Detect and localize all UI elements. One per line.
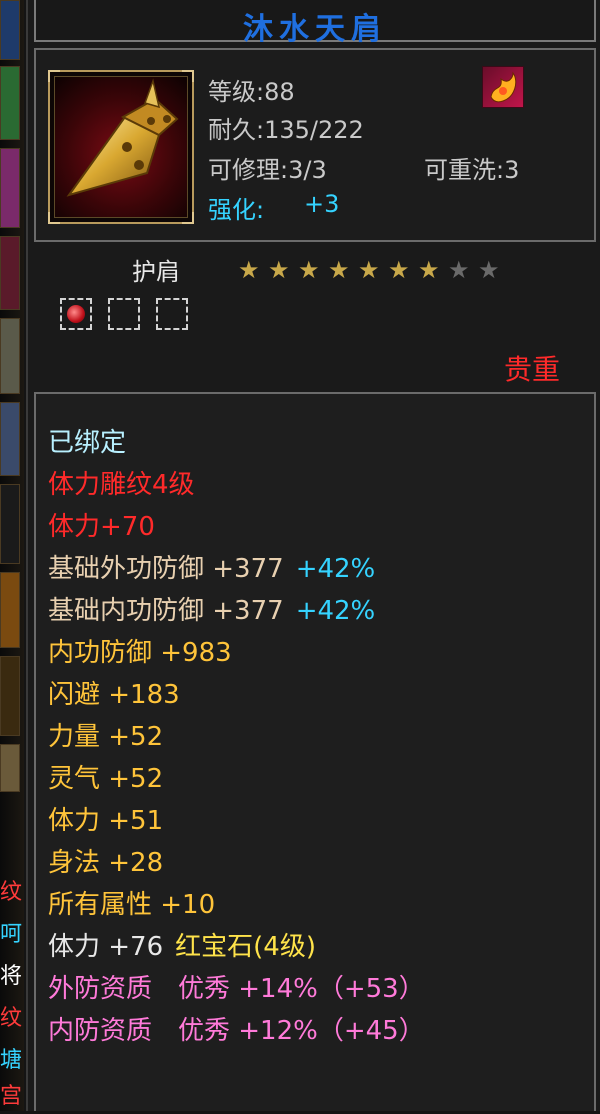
item-tooltip: 沐水天肩 等级:88 耐久:135/222 可修理:3/3 可重洗:3 强化: … [26, 0, 600, 1111]
set-emblem-icon[interactable] [482, 66, 524, 108]
flame-emblem-icon [490, 71, 517, 103]
frame-corner-tr [182, 70, 194, 82]
attribute-segment: 体力雕纹4级 [48, 470, 195, 500]
attribute-line: 所有属性 +10 [48, 884, 227, 921]
star-icon: ★ [268, 256, 290, 284]
attribute-line: 灵气 +52 [48, 758, 175, 795]
strip-slot-5[interactable] [0, 318, 20, 394]
strip-slot-3[interactable] [0, 148, 20, 228]
star-icon: ★ [298, 256, 320, 284]
strip-slot-9[interactable] [0, 656, 20, 736]
attribute-segment: 已绑定 [48, 428, 127, 458]
attribute-segment: 体力 +51 [48, 806, 164, 836]
attribute-segment: 身法 +28 [48, 848, 164, 878]
star-icon: ★ [478, 256, 500, 284]
attribute-line: 体力+70 [48, 506, 167, 543]
frame-corner-br [182, 212, 194, 224]
attribute-line: 体力 +76 红宝石(4级) [48, 926, 328, 963]
strip-char-1: 纹 [0, 880, 23, 905]
strip-slot-4[interactable] [0, 236, 20, 310]
star-icon: ★ [388, 256, 410, 284]
star-icon: ★ [328, 256, 350, 284]
item-info-box: 等级:88 耐久:135/222 可修理:3/3 可重洗:3 强化: +3 [34, 48, 596, 242]
durability-text: 耐久:135/222 [208, 116, 364, 144]
strip-char-4: 纹 [0, 1006, 23, 1031]
attribute-segment: 灵气 +52 [48, 764, 164, 794]
attribute-segment: +42% [295, 596, 376, 626]
ruby-gem-icon [67, 305, 85, 323]
item-title: 沐水天肩 [243, 12, 387, 47]
repair-text: 可修理:3/3 [208, 156, 327, 184]
star-icon: ★ [358, 256, 380, 284]
attribute-line: 内功防御 +983 [48, 632, 244, 669]
part-area: 护肩 ★ ★ ★ ★ ★ ★ ★ ★ ★ 贵重 [34, 248, 596, 388]
left-panel-strip: 纹 呵 将 纹 塘 宫 [0, 0, 24, 1111]
strip-char-2: 呵 [0, 922, 23, 947]
star-icon: ★ [418, 256, 440, 284]
strip-slot-2[interactable] [0, 66, 20, 140]
attribute-line: 基础外功防御 +377 +42% [48, 548, 387, 585]
rarity-label: 贵重 [504, 353, 561, 386]
attribute-segment: 内功防御 +983 [48, 638, 232, 668]
frame-corner-tl [48, 70, 60, 82]
enhance-label: 强化: [208, 196, 265, 224]
attribute-segment: 体力+70 [48, 512, 155, 542]
attribute-segment: 闪避 +183 [48, 680, 180, 710]
item-icon-bg [54, 76, 188, 218]
star-icon: ★ [448, 256, 470, 284]
attribute-line: 已绑定 [48, 422, 138, 459]
attribute-line: 体力 +51 [48, 800, 175, 837]
strip-slot-6[interactable] [0, 402, 20, 476]
attribute-segment: 基础外功防御 +377 [48, 554, 284, 584]
strip-slot-10[interactable] [0, 744, 20, 792]
rewash-text: 可重洗:3 [424, 156, 520, 184]
attribute-segment: 所有属性 +10 [48, 890, 216, 920]
attribute-line: 基础内功防御 +377 +42% [48, 590, 387, 627]
equip-part-label: 护肩 [132, 258, 180, 286]
attribute-segment: 基础内功防御 +377 [48, 596, 284, 626]
attribute-segment: 体力 +76 [48, 932, 164, 962]
attribute-segment: 外防资质 优秀 +14%（+53） [48, 974, 425, 1004]
attribute-segment: 内防资质 优秀 +12%（+45） [48, 1016, 425, 1046]
frame-corner-bl [48, 212, 60, 224]
strip-char-5: 塘 [0, 1048, 23, 1073]
strip-char-3: 将 [0, 964, 23, 989]
attribute-line: 力量 +52 [48, 716, 175, 753]
attribute-line: 外防资质 优秀 +14%（+53） [48, 968, 437, 1005]
title-bar: 沐水天肩 [34, 0, 596, 47]
item-icon-frame[interactable] [48, 70, 194, 224]
star-icon: ★ [238, 256, 260, 284]
attribute-segment: +42% [295, 554, 376, 584]
attribute-line: 身法 +28 [48, 842, 175, 879]
attribute-segment: 力量 +52 [48, 722, 164, 752]
attribute-box: 已绑定 体力雕纹4级 体力+70 基础外功防御 +377 +42% 基础内功防御 +377… [34, 392, 596, 1111]
attribute-segment: 红宝石(4级) [175, 932, 316, 962]
attribute-line: 体力雕纹4级 [48, 464, 207, 501]
empty-gem-slot[interactable] [156, 298, 188, 330]
level-text: 等级:88 [208, 78, 295, 106]
strip-char-6: 宫 [0, 1084, 23, 1109]
attribute-line: 闪避 +183 [48, 674, 192, 711]
strip-slot-1[interactable] [0, 0, 20, 60]
enhance-value: +3 [304, 190, 340, 218]
strip-slot-7[interactable] [0, 484, 20, 564]
strip-slot-8[interactable] [0, 572, 20, 648]
empty-gem-slot[interactable] [108, 298, 140, 330]
attribute-line: 内防资质 优秀 +12%（+45） [48, 1010, 437, 1047]
shoulder-armor-icon [66, 78, 179, 197]
ruby-gem-slot[interactable] [60, 298, 92, 330]
